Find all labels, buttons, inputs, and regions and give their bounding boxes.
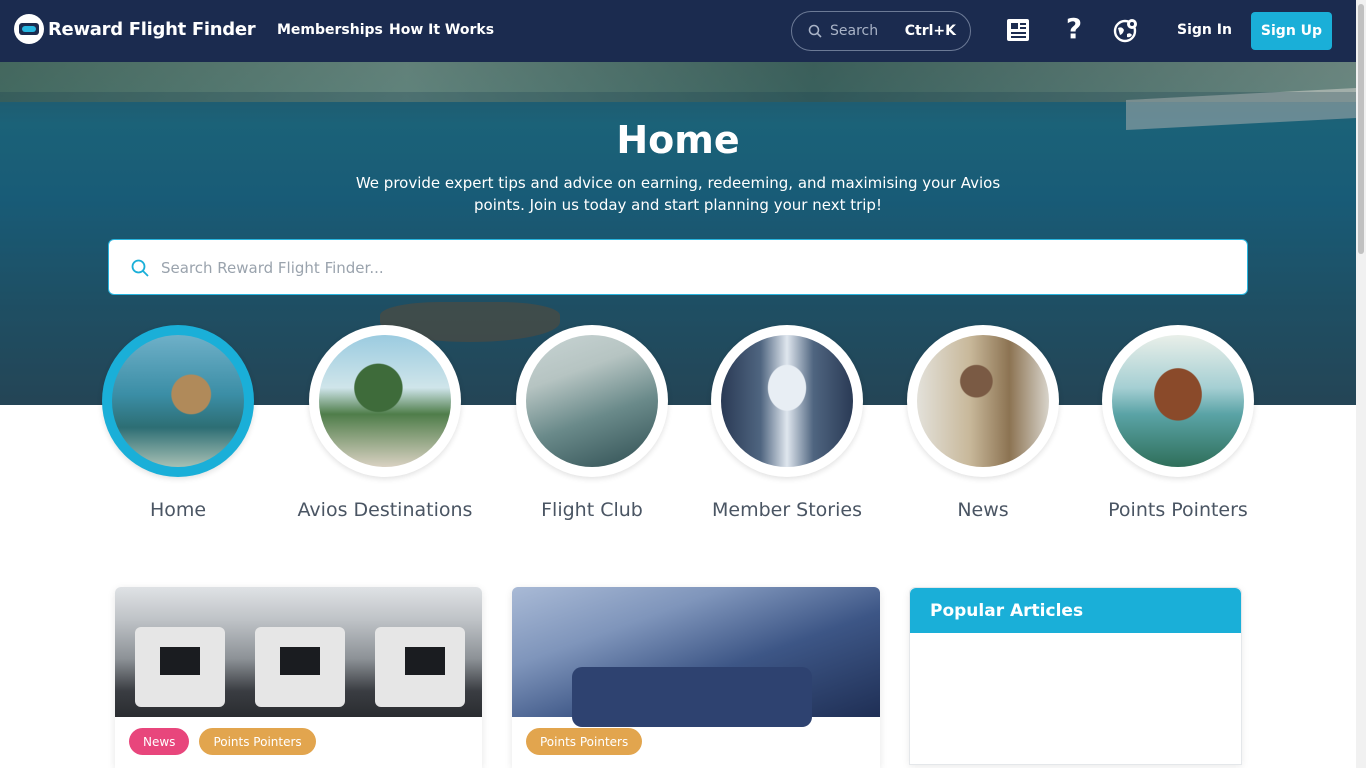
nav-how-it-works[interactable]: How It Works <box>389 22 494 38</box>
category-avios-destinations[interactable]: Avios Destinations <box>295 325 475 521</box>
category-image-flight-club <box>526 335 658 467</box>
category-ring <box>1102 325 1254 477</box>
category-label: Points Pointers <box>1108 499 1248 521</box>
nav-memberships[interactable]: Memberships <box>277 22 383 38</box>
page-title: Home <box>616 118 740 162</box>
category-label: Member Stories <box>711 499 862 521</box>
category-ring <box>309 325 461 477</box>
header-search-placeholder: Search <box>830 23 879 39</box>
category-flight-club[interactable]: Flight Club <box>502 325 682 521</box>
search-shortcut: Ctrl+K <box>904 23 956 39</box>
category-label: Flight Club <box>541 499 643 521</box>
article-image <box>115 587 482 717</box>
site-logo[interactable]: Reward Flight Finder <box>14 14 256 44</box>
article-card[interactable]: Points Pointers <box>512 587 880 768</box>
category-label: Avios Destinations <box>297 499 473 521</box>
logo-text: Reward Flight Finder <box>48 18 256 40</box>
globe-icon[interactable] <box>1112 16 1140 44</box>
category-ring <box>516 325 668 477</box>
search-icon <box>131 259 149 277</box>
article-image <box>512 587 880 727</box>
category-ring <box>711 325 863 477</box>
news-icon[interactable] <box>1004 16 1032 44</box>
tag-points-pointers[interactable]: Points Pointers <box>199 728 316 755</box>
category-member-stories[interactable]: Member Stories <box>697 325 877 521</box>
help-icon[interactable]: ? <box>1060 12 1088 45</box>
hero-search-box <box>108 239 1248 295</box>
tag-news[interactable]: News <box>129 728 190 755</box>
category-image-home <box>112 335 244 467</box>
scrollbar-thumb[interactable] <box>1358 4 1364 254</box>
header-search-button[interactable]: Search Ctrl+K <box>791 11 971 51</box>
category-points-pointers[interactable]: Points Pointers <box>1088 325 1268 521</box>
page-scrollbar[interactable] <box>1356 0 1366 768</box>
category-label: News <box>957 499 1009 521</box>
article-card[interactable]: News Points Pointers <box>115 587 482 768</box>
category-image-member-stories <box>721 335 853 467</box>
category-image-points-pointers <box>1112 335 1244 467</box>
popular-articles-panel: Popular Articles <box>909 587 1242 765</box>
category-ring <box>907 325 1059 477</box>
search-icon <box>808 24 822 38</box>
category-home[interactable]: Home <box>88 325 268 521</box>
category-image-avios-destinations <box>319 335 451 467</box>
popular-articles-heading: Popular Articles <box>910 588 1241 633</box>
category-label: Home <box>149 499 207 521</box>
hero-search-input[interactable] <box>161 255 1221 281</box>
logo-icon <box>14 14 44 44</box>
top-navbar: Reward Flight Finder Memberships How It … <box>0 0 1356 62</box>
tag-points-pointers[interactable]: Points Pointers <box>526 728 643 755</box>
category-image-news <box>917 335 1049 467</box>
hero-subtitle: We provide expert tips and advice on ear… <box>355 174 1001 214</box>
category-ring <box>102 325 254 477</box>
article-tags: Points Pointers <box>526 728 643 755</box>
article-tags: News Points Pointers <box>129 728 316 755</box>
sign-up-button[interactable]: Sign Up <box>1251 12 1332 50</box>
sign-in-link[interactable]: Sign In <box>1177 22 1232 38</box>
category-news[interactable]: News <box>893 325 1073 521</box>
